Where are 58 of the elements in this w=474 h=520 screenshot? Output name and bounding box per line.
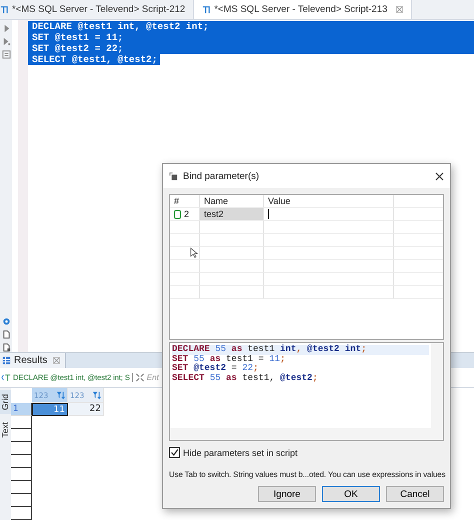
dialog-button[interactable]: Ignore (258, 486, 316, 502)
close-icon[interactable] (435, 172, 444, 180)
scrollbar[interactable] (170, 428, 443, 440)
code-line: SET @test2 = 22; (172, 364, 260, 374)
table-icon (2, 356, 11, 365)
editor-tab[interactable]: *<MS SQL Server - Televend> Script-213 (193, 0, 412, 19)
row-header[interactable] (11, 455, 32, 468)
scrollbar[interactable] (431, 343, 443, 428)
table-cell: test2 (200, 208, 264, 221)
row-header[interactable] (11, 494, 32, 507)
filter-sort-icon[interactable] (92, 390, 101, 400)
column-header[interactable]: Value (264, 195, 394, 208)
sql-icon (1, 373, 11, 382)
side-tab[interactable]: Text (0, 418, 11, 442)
run-script-icon[interactable] (2, 37, 10, 46)
table-cell (200, 260, 264, 273)
parameter-index: 2 (184, 209, 190, 219)
parameter-icon (174, 210, 181, 218)
document-icon[interactable] (2, 343, 10, 352)
expand-icon[interactable] (134, 373, 145, 382)
table-cell: 11 (32, 403, 68, 416)
parameter-icon (169, 172, 178, 180)
dialog-title: Bind parameter(s) (183, 170, 260, 182)
script-icon (0, 5, 9, 14)
text-cursor (268, 209, 269, 219)
run-icon[interactable] (2, 24, 10, 33)
code-line: SET 55 as test1 = 11; (172, 354, 286, 364)
row-header[interactable] (11, 507, 32, 520)
dialog-button[interactable]: OK (322, 486, 380, 502)
filter-sort-icon[interactable] (56, 390, 65, 400)
checkbox[interactable] (169, 447, 180, 458)
table-cell (170, 260, 200, 273)
row-header[interactable] (11, 416, 32, 429)
results-tab-label: Results (14, 355, 48, 366)
row-header[interactable] (11, 429, 32, 442)
editor-tab[interactable]: *<MS SQL Server - Televend> Script-212 (0, 0, 194, 19)
table-cell (170, 286, 200, 299)
mouse-pointer-icon (190, 247, 198, 259)
table-cell (170, 273, 200, 286)
table-cell (200, 234, 264, 247)
row-header[interactable] (11, 442, 32, 455)
value-field[interactable] (264, 208, 394, 221)
side-tab[interactable]: Grid (0, 390, 11, 414)
table-cell (200, 221, 264, 234)
script-icon (202, 5, 212, 14)
table-cell (200, 247, 264, 260)
table-cell: 22 (68, 403, 104, 416)
dialog-button[interactable]: Cancel (386, 486, 444, 502)
checkbox-label: Hide parameters set in script (183, 448, 298, 458)
row-header[interactable] (11, 481, 32, 494)
table-cell (170, 234, 200, 247)
column-header[interactable]: # (170, 195, 200, 208)
table-cell (200, 286, 264, 299)
results-tab[interactable]: Results (0, 353, 66, 368)
code-line: SELECT 55 as test1, @test2; (172, 374, 319, 383)
row-header[interactable] (11, 468, 32, 481)
table-cell (200, 273, 264, 286)
settings-icon[interactable] (2, 317, 10, 326)
